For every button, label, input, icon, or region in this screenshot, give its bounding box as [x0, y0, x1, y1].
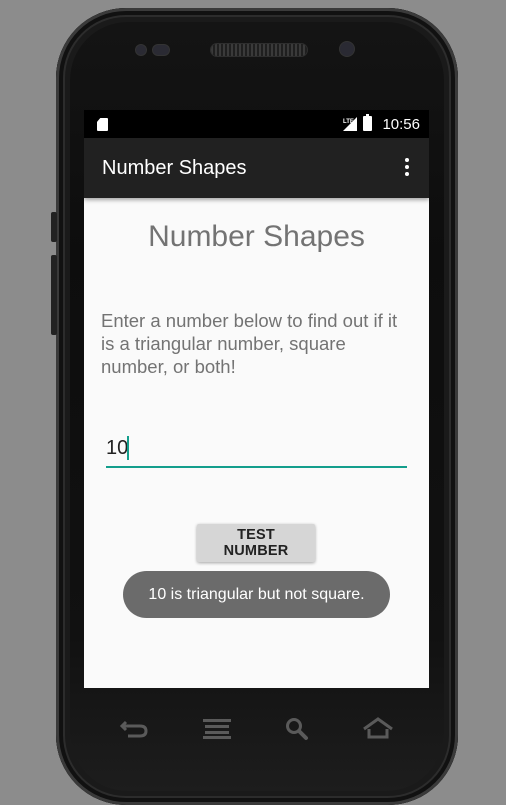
description-text: Enter a number below to find out if it i… [101, 310, 398, 377]
status-time: 10:56 [382, 116, 420, 133]
menu-icon[interactable] [203, 717, 231, 739]
volume-button[interactable] [51, 255, 57, 335]
toast-message: 10 is triangular but not square. [123, 571, 390, 618]
app-title: Number Shapes [102, 157, 247, 179]
page-heading: Number Shapes [148, 220, 365, 253]
home-icon[interactable] [362, 716, 394, 740]
number-input[interactable] [106, 432, 407, 468]
power-button[interactable] [51, 212, 57, 242]
overflow-menu-icon[interactable] [397, 158, 417, 180]
status-bar: LTE 10:56 [84, 110, 429, 138]
screen: LTE 10:56 Number Shapes Number Shapes En… [84, 110, 429, 688]
earpiece-speaker [211, 44, 307, 56]
proximity-sensor [136, 45, 146, 55]
test-number-button[interactable]: TEST NUMBER [197, 524, 315, 562]
app-bar: Number Shapes [84, 138, 429, 198]
search-icon[interactable] [285, 717, 309, 741]
light-sensor [153, 45, 169, 55]
svg-text:LTE: LTE [343, 119, 354, 125]
lte-signal-icon: LTE [343, 117, 357, 131]
sd-card-icon [97, 118, 108, 131]
front-camera [340, 42, 354, 56]
text-cursor [127, 436, 129, 460]
battery-icon [363, 114, 372, 131]
back-icon[interactable] [120, 716, 150, 740]
